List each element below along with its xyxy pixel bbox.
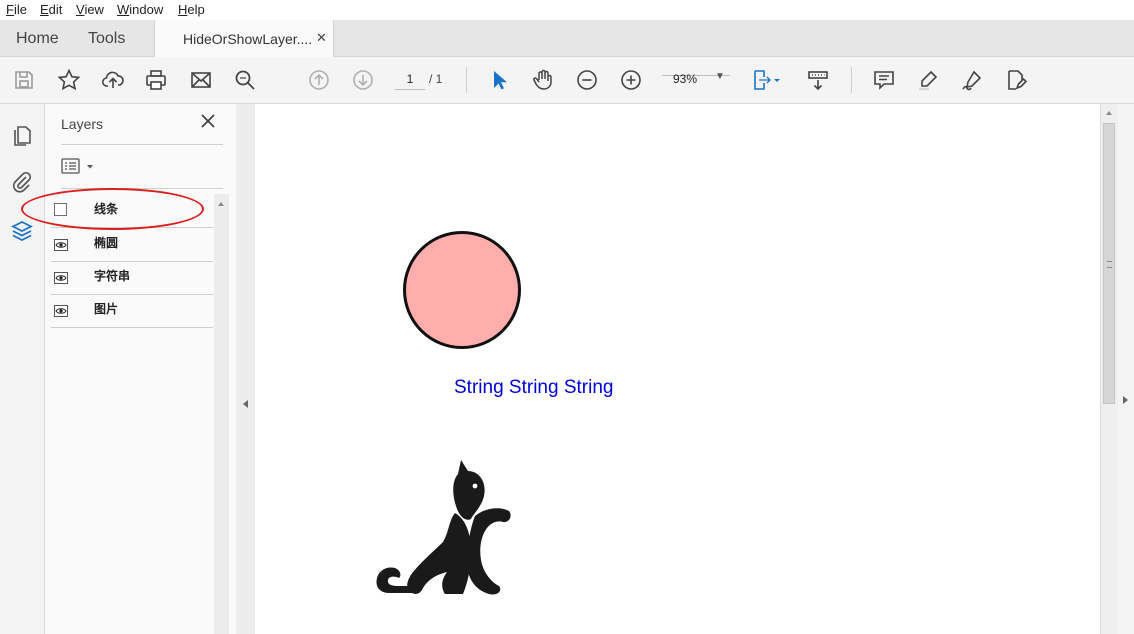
menu-view[interactable]: View	[76, 2, 104, 17]
layer-name: 图片	[94, 302, 119, 316]
page-down-icon[interactable]	[351, 68, 375, 92]
bookmark-star-icon[interactable]	[57, 68, 81, 92]
layers-icon[interactable]	[10, 219, 34, 243]
search-icon[interactable]	[233, 68, 257, 92]
page-fit-dropdown-icon[interactable]	[771, 68, 783, 92]
eye-icon[interactable]	[54, 272, 68, 284]
layer-name: 字符串	[94, 269, 131, 283]
layer-name: 椭圆	[94, 236, 119, 250]
zoom-out-icon[interactable]	[575, 68, 599, 92]
toolbar-divider	[851, 67, 852, 93]
hand-tool-icon[interactable]	[531, 68, 555, 92]
tab-tools[interactable]: Tools	[88, 30, 125, 48]
eye-icon[interactable]	[54, 305, 68, 317]
scroll-up-icon[interactable]	[218, 202, 224, 206]
layer-item[interactable]: 椭圆	[51, 228, 213, 262]
scroll-mode-icon[interactable]	[806, 68, 830, 92]
menu-bar: File Edit View Window Help	[0, 0, 1134, 20]
close-tab-icon[interactable]: ✕	[316, 30, 327, 46]
layer-list: 线条 椭圆 字符串 图片	[51, 194, 213, 634]
select-cursor-icon[interactable]	[487, 68, 511, 92]
toolbar-divider	[466, 67, 467, 93]
navigation-rail	[0, 104, 45, 634]
ellipse-shape	[403, 231, 521, 349]
document-string: String String String	[454, 377, 614, 398]
document-tab-title: HideOrShowLayer....	[183, 31, 313, 47]
cat-image	[376, 460, 511, 595]
options-menu-button[interactable]	[61, 157, 97, 175]
zoom-select[interactable]: 93% ▼	[662, 71, 730, 86]
attachments-icon[interactable]	[10, 170, 34, 194]
fill-sign-icon[interactable]	[1004, 68, 1028, 92]
zoom-value: 93%	[673, 72, 698, 86]
page-up-icon[interactable]	[307, 68, 331, 92]
layers-panel: Layers 线条 椭圆 字符串 图片	[45, 104, 236, 634]
collapse-panel-icon[interactable]	[243, 400, 248, 408]
right-panel-strip[interactable]	[1118, 104, 1134, 634]
page-number-input[interactable]	[395, 71, 425, 90]
grip-icon	[1107, 261, 1112, 268]
menu-file[interactable]: File	[6, 2, 27, 17]
panel-scrollbar[interactable]	[214, 194, 229, 634]
menu-edit[interactable]: Edit	[40, 2, 62, 17]
layer-item[interactable]: 字符串	[51, 261, 213, 295]
vertical-scrollbar[interactable]	[1100, 104, 1118, 634]
menu-window[interactable]: Window	[117, 2, 163, 17]
tab-home[interactable]: Home	[16, 30, 59, 48]
sign-icon[interactable]	[960, 68, 984, 92]
chevron-down-icon: ▼	[715, 71, 725, 82]
close-icon[interactable]	[199, 112, 217, 130]
document-view: String String String	[255, 104, 1100, 634]
expand-right-panel-icon[interactable]	[1123, 396, 1128, 404]
divider	[61, 144, 223, 145]
panel-collapse-strip[interactable]	[236, 104, 255, 634]
tab-row: Home Tools HideOrShowLayer.... ✕	[0, 20, 1134, 57]
save-icon[interactable]	[12, 68, 36, 92]
highlight-icon[interactable]	[916, 68, 940, 92]
zoom-in-icon[interactable]	[619, 68, 643, 92]
page-thumbnails-icon[interactable]	[10, 124, 34, 148]
scroll-up-icon[interactable]	[1106, 111, 1112, 115]
eye-icon[interactable]	[54, 239, 68, 251]
scrollbar-thumb[interactable]	[1103, 123, 1115, 404]
upload-icon[interactable]	[101, 68, 125, 92]
menu-help[interactable]: Help	[178, 2, 205, 17]
panel-title: Layers	[61, 116, 104, 132]
page-total: / 1	[429, 72, 443, 86]
email-icon[interactable]	[189, 68, 213, 92]
layer-item[interactable]: 图片	[51, 294, 213, 328]
tab-document[interactable]: HideOrShowLayer.... ✕	[154, 20, 334, 57]
comment-icon[interactable]	[872, 68, 896, 92]
print-icon[interactable]	[144, 68, 168, 92]
toolbar: / 1 93% ▼	[0, 57, 1134, 104]
annotation-ellipse	[21, 188, 204, 230]
